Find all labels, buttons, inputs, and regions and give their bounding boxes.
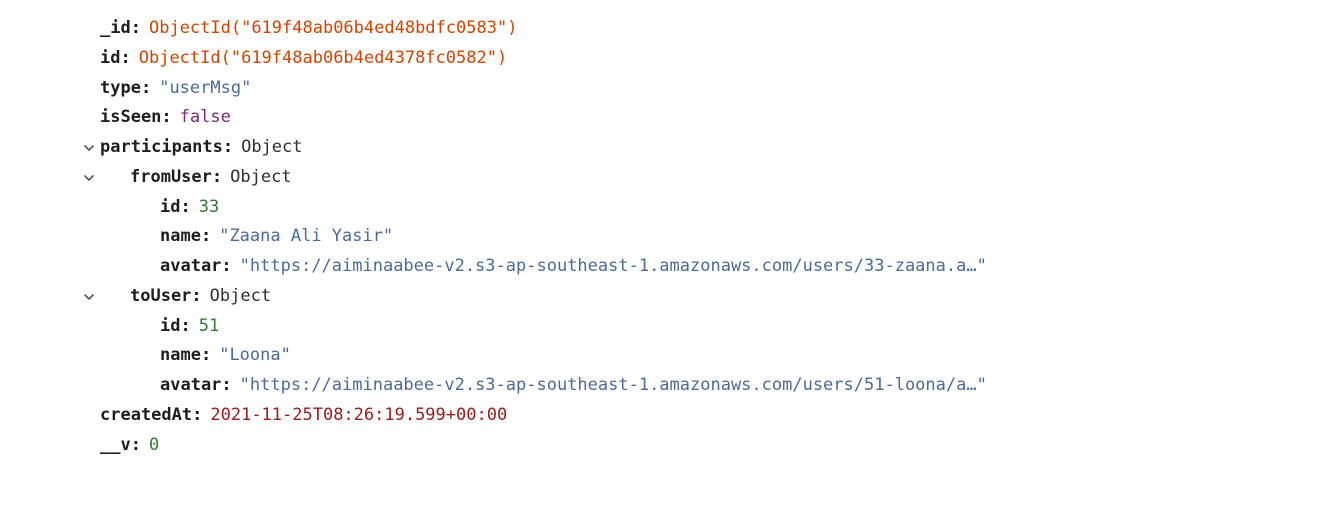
- field-fromUser[interactable]: fromUser: Object: [100, 163, 1340, 193]
- chevron-down-icon[interactable]: [82, 290, 96, 304]
- value-id: ObjectId("619f48ab06b4ed4378fc0582"): [139, 44, 507, 74]
- field-fromUser-name[interactable]: name: "Zaana Ali Yasir": [100, 222, 1340, 252]
- field-toUser[interactable]: toUser: Object: [100, 282, 1340, 312]
- chevron-down-icon[interactable]: [82, 171, 96, 185]
- value-fromUser-avatar: "https://aiminaabee-v2.s3-ap-southeast-1…: [240, 252, 987, 282]
- field-createdAt[interactable]: createdAt: 2021-11-25T08:26:19.599+00:00: [100, 401, 1340, 431]
- field-type[interactable]: type: "userMsg": [100, 74, 1340, 104]
- key-isSeen: isSeen: [100, 103, 161, 133]
- field-toUser-avatar[interactable]: avatar: "https://aiminaabee-v2.s3-ap-sou…: [100, 371, 1340, 401]
- value-_id: ObjectId("619f48ab06b4ed48bdfc0583"): [149, 14, 517, 44]
- field-toUser-id[interactable]: id: 51: [100, 312, 1340, 342]
- colon: :: [192, 401, 202, 431]
- chevron-down-icon[interactable]: [82, 141, 96, 155]
- key-fromUser-id: id: [160, 193, 180, 223]
- colon: :: [141, 74, 151, 104]
- value-toUser-avatar: "https://aiminaabee-v2.s3-ap-southeast-1…: [240, 371, 987, 401]
- colon: :: [212, 163, 222, 193]
- value-toUser-name: "Loona": [219, 341, 291, 371]
- value-toUser: Object: [210, 282, 271, 312]
- key-id: id: [100, 44, 120, 74]
- key-toUser-name: name: [160, 341, 201, 371]
- colon: :: [180, 312, 190, 342]
- colon: :: [131, 431, 141, 461]
- field-toUser-name[interactable]: name: "Loona": [100, 341, 1340, 371]
- key-toUser-avatar: avatar: [160, 371, 221, 401]
- key-type: type: [100, 74, 141, 104]
- value-type: "userMsg": [159, 74, 251, 104]
- colon: :: [221, 371, 231, 401]
- field-id[interactable]: id: ObjectId("619f48ab06b4ed4378fc0582"): [100, 44, 1340, 74]
- value-isSeen: false: [180, 103, 231, 133]
- field-fromUser-avatar[interactable]: avatar: "https://aiminaabee-v2.s3-ap-sou…: [100, 252, 1340, 282]
- colon: :: [120, 44, 130, 74]
- key-toUser-id: id: [160, 312, 180, 342]
- colon: :: [221, 252, 231, 282]
- value-toUser-id: 51: [199, 312, 219, 342]
- field-fromUser-id[interactable]: id: 33: [100, 193, 1340, 223]
- key-fromUser-name: name: [160, 222, 201, 252]
- key-fromUser-avatar: avatar: [160, 252, 221, 282]
- field-isSeen[interactable]: isSeen: false: [100, 103, 1340, 133]
- key-participants: participants: [100, 133, 223, 163]
- colon: :: [223, 133, 233, 163]
- field-participants[interactable]: participants: Object: [100, 133, 1340, 163]
- colon: :: [201, 341, 211, 371]
- field-_id[interactable]: _id: ObjectId("619f48ab06b4ed48bdfc0583"…: [100, 14, 1340, 44]
- key-_id: _id: [100, 14, 131, 44]
- key-fromUser: fromUser: [130, 163, 212, 193]
- key-__v: __v: [100, 431, 131, 461]
- colon: :: [131, 14, 141, 44]
- value-__v: 0: [149, 431, 159, 461]
- value-fromUser-id: 33: [199, 193, 219, 223]
- colon: :: [201, 222, 211, 252]
- key-toUser: toUser: [130, 282, 191, 312]
- value-createdAt: 2021-11-25T08:26:19.599+00:00: [210, 401, 507, 431]
- colon: :: [161, 103, 171, 133]
- colon: :: [191, 282, 201, 312]
- colon: :: [180, 193, 190, 223]
- value-participants: Object: [241, 133, 302, 163]
- value-fromUser: Object: [230, 163, 291, 193]
- value-fromUser-name: "Zaana Ali Yasir": [219, 222, 393, 252]
- field-__v[interactable]: __v: 0: [100, 431, 1340, 461]
- key-createdAt: createdAt: [100, 401, 192, 431]
